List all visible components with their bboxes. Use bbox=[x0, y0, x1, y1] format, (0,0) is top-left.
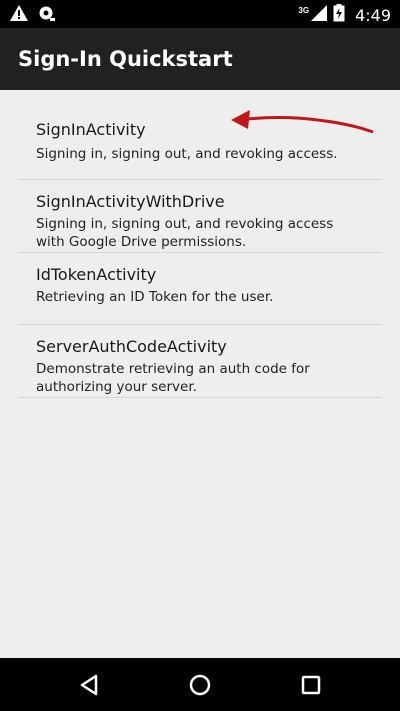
list-item-subtitle: Signing in, signing out, and revoking ac… bbox=[36, 146, 338, 162]
back-icon[interactable] bbox=[76, 671, 104, 699]
list-item-subtitle: Retrieving an ID Token for the user. bbox=[36, 289, 274, 305]
list-item-subtitle: Signing in, signing out, and revoking ac… bbox=[36, 216, 334, 250]
app-bar: Sign-In Quickstart bbox=[0, 28, 400, 90]
warning-icon bbox=[10, 5, 28, 26]
list-item-id-token-activity[interactable]: IdTokenActivity Retrieving an ID Token f… bbox=[18, 253, 382, 325]
list-item-title: SignInActivity bbox=[36, 120, 146, 139]
list-item-server-auth-code-activity[interactable]: ServerAuthCodeActivity Demonstrate retri… bbox=[18, 325, 382, 398]
page-title: Sign-In Quickstart bbox=[18, 47, 233, 71]
annotation-arrow bbox=[231, 110, 374, 134]
signal-icon bbox=[311, 5, 328, 26]
list-item-subtitle: Demonstrate retrieving an auth code for … bbox=[36, 361, 310, 395]
home-icon[interactable] bbox=[186, 671, 214, 699]
list-item-title: SignInActivityWithDrive bbox=[36, 192, 225, 211]
sync-icon bbox=[38, 5, 56, 26]
network-type-label: 3G bbox=[298, 6, 310, 15]
clock: 4:49 bbox=[355, 6, 391, 25]
battery-charging-icon bbox=[333, 4, 345, 27]
list-item-title: ServerAuthCodeActivity bbox=[36, 337, 227, 356]
list-item-signin-activity-with-drive[interactable]: SignInActivityWithDrive Signing in, sign… bbox=[18, 180, 382, 253]
list-item-title: IdTokenActivity bbox=[36, 265, 157, 284]
navigation-bar bbox=[0, 658, 400, 711]
recents-icon[interactable] bbox=[297, 671, 325, 699]
status-bar: 3G 4:49 bbox=[0, 0, 400, 28]
